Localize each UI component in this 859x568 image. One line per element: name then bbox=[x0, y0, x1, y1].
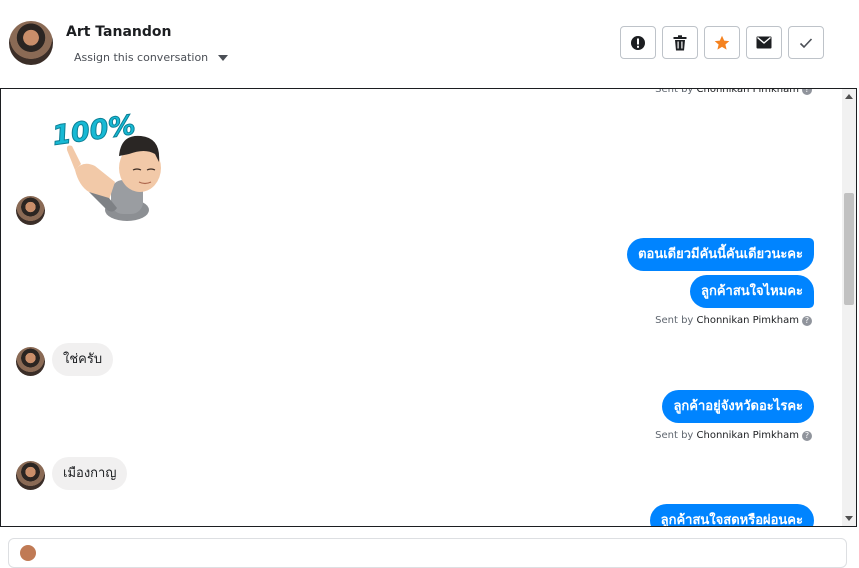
user-avatar bbox=[20, 545, 36, 561]
assign-label: Assign this conversation bbox=[74, 51, 209, 64]
scroll-down-arrow-icon[interactable] bbox=[845, 516, 853, 521]
help-icon[interactable]: ? bbox=[802, 89, 812, 95]
help-icon[interactable]: ? bbox=[802, 316, 812, 326]
outgoing-message[interactable]: ลูกค้าสนใจสดหรือผ่อนคะ bbox=[649, 504, 814, 526]
outgoing-message[interactable]: ตอนเดียวมีคันนี้คันเดียวนะคะ bbox=[627, 238, 814, 271]
action-toolbar bbox=[620, 26, 824, 59]
star-icon bbox=[714, 35, 730, 50]
outgoing-message[interactable]: ลูกค้าอยู่จังหวัดอะไรคะ bbox=[662, 390, 814, 423]
outgoing-message[interactable]: ลูกค้าสนใจไหมคะ bbox=[690, 275, 814, 308]
sent-by-label: Sent by Chonnikan Pimkham? bbox=[655, 430, 812, 441]
sent-by-label: Sent by Chonnikan Pimkham? bbox=[655, 315, 812, 326]
avatar[interactable] bbox=[9, 21, 53, 65]
trash-icon bbox=[673, 34, 687, 50]
envelope-icon bbox=[756, 36, 772, 49]
mark-done-button[interactable] bbox=[788, 26, 824, 59]
star-button[interactable] bbox=[704, 26, 740, 59]
help-icon[interactable]: ? bbox=[802, 431, 812, 441]
mark-spam-button[interactable] bbox=[620, 26, 656, 59]
sent-by-label: Sent by Chonnikan Pimkham? bbox=[655, 89, 812, 95]
sticker-image[interactable]: 100% bbox=[49, 110, 164, 222]
alert-circle-icon bbox=[631, 35, 645, 50]
reply-input[interactable] bbox=[8, 538, 847, 568]
caret-down-icon bbox=[218, 54, 229, 61]
incoming-message[interactable]: ใช่ครับ bbox=[52, 343, 114, 376]
scroll-up-arrow-icon[interactable] bbox=[845, 94, 853, 99]
contact-avatar[interactable] bbox=[16, 196, 45, 225]
conversation-header: Art Tanandon Assign this conversation bbox=[0, 0, 859, 88]
scrollbar-thumb[interactable] bbox=[844, 193, 854, 305]
contact-name[interactable]: Art Tanandon bbox=[66, 24, 172, 40]
check-icon bbox=[799, 37, 813, 48]
delete-button[interactable] bbox=[662, 26, 698, 59]
incoming-message[interactable]: เมืองกาญ bbox=[52, 457, 128, 490]
contact-avatar[interactable] bbox=[16, 461, 45, 490]
contact-avatar[interactable] bbox=[16, 347, 45, 376]
message-thread[interactable]: Sent by Chonnikan Pimkham? 100% ตอนเดียว… bbox=[0, 88, 857, 527]
scrollbar[interactable] bbox=[842, 89, 856, 526]
assign-conversation-dropdown[interactable]: Assign this conversation bbox=[74, 51, 229, 64]
mark-unread-button[interactable] bbox=[746, 26, 782, 59]
